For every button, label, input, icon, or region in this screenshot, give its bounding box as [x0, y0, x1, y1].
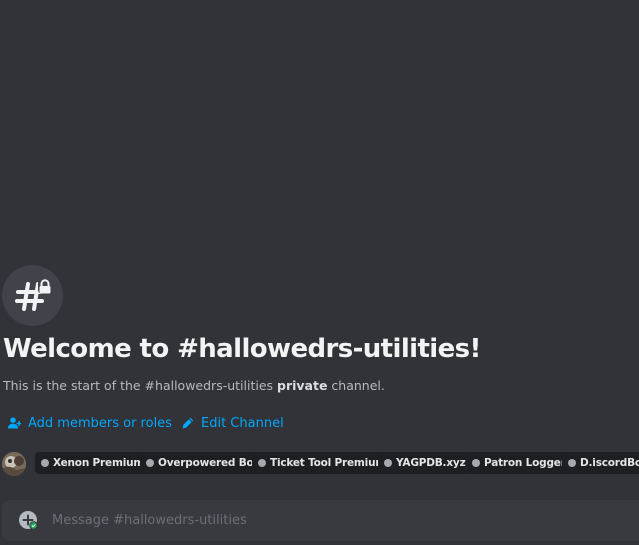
person-add-icon [8, 417, 21, 429]
plus-circle-icon [19, 511, 38, 530]
add-members-button[interactable]: Add members or roles [8, 414, 172, 432]
status-dot [472, 459, 480, 467]
bot-name: YAGPDB.xyz [396, 457, 466, 469]
bot-pill-overpowered-bot[interactable]: Overpowered Bot [140, 452, 265, 474]
bot-pill-ticket-tool-premium[interactable]: Ticket Tool Premium [252, 452, 393, 474]
pencil-icon [182, 417, 194, 429]
edit-channel-button[interactable]: Edit Channel [182, 414, 284, 432]
status-dot [41, 459, 49, 467]
bot-name: Xenon Premium [53, 457, 145, 469]
hash-lock-icon [15, 279, 52, 311]
bot-pill-yagpdb[interactable]: YAGPDB.xyz [378, 452, 472, 474]
add-members-label: Add members or roles [28, 415, 172, 431]
channel-view: Welcome to #hallowedrs-utilities! This i… [0, 0, 639, 545]
avatar[interactable] [2, 452, 26, 476]
status-dot [568, 459, 576, 467]
welcome-title: Welcome to #hallowedrs-utilities! [3, 334, 481, 364]
bot-name: D.iscordBot [580, 457, 639, 469]
attach-button[interactable] [18, 510, 38, 530]
bot-name: Patron Logger [484, 457, 566, 469]
welcome-desc-start: This is the start of the #hallowedrs-uti… [3, 378, 278, 393]
avatar-image [2, 452, 26, 476]
welcome-desc-private: private [277, 378, 328, 393]
private-channel-icon [2, 265, 63, 326]
status-dot [146, 459, 154, 467]
message-composer: Message #hallowedrs-utilities [2, 500, 639, 541]
bot-pill-patron-logger[interactable]: Patron Logger [466, 452, 572, 474]
bot-pill-discordbot[interactable]: D.iscordBot [562, 452, 639, 474]
welcome-description: This is the start of the #hallowedrs-uti… [3, 378, 385, 393]
bot-name: Overpowered Bot [158, 457, 259, 469]
status-dot [384, 459, 392, 467]
bot-pill-xenon-premium[interactable]: Xenon Premium [35, 452, 151, 474]
message-placeholder: Message #hallowedrs-utilities [52, 513, 247, 528]
message-input[interactable]: Message #hallowedrs-utilities [52, 500, 247, 541]
bot-name: Ticket Tool Premium [270, 457, 387, 469]
edit-channel-label: Edit Channel [201, 415, 284, 431]
welcome-desc-end: channel. [327, 378, 385, 393]
status-dot [258, 459, 266, 467]
